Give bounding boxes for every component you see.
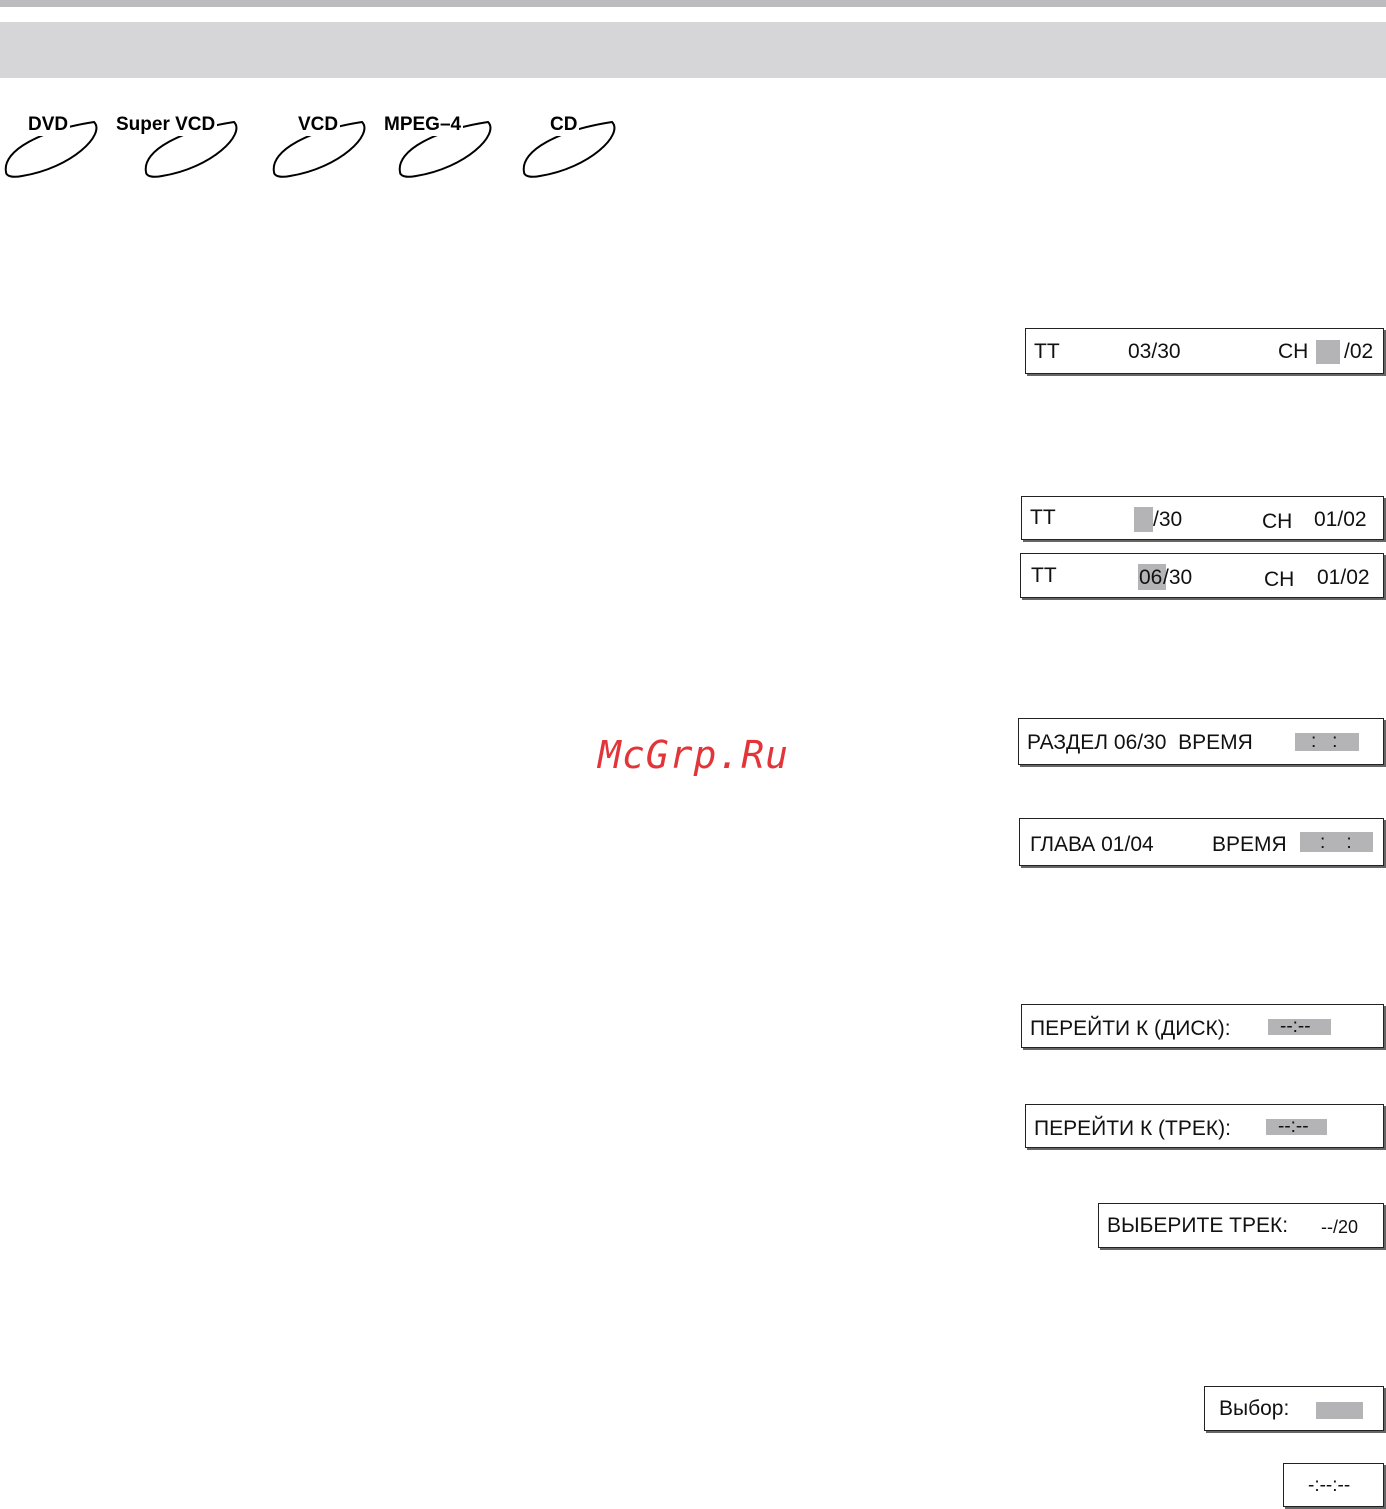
select-track-value: --/20: [1321, 1217, 1359, 1237]
osd-title-chapter-3: TT 06 /30 CH 01/02: [1020, 553, 1384, 598]
choice-label: Выбор:: [1219, 1397, 1290, 1420]
disc-label-cd: CD: [548, 114, 580, 136]
disc-label-vcd: VCD: [296, 114, 341, 136]
osd-select-track: ВЫБЕРИТЕ ТРЕК: --/20: [1098, 1203, 1384, 1248]
watermark: McGrp.Ru: [598, 733, 790, 777]
osd-razdel-time: РАЗДЕЛ 06/30 ВРЕМЯ : :: [1018, 718, 1384, 765]
goto-track-field: --:--: [1278, 1116, 1309, 1137]
osd-goto-disc: ПЕРЕЙТИ К (ДИСК): --:--: [1021, 1004, 1384, 1048]
header-band: [0, 22, 1386, 78]
cd-logo: CD: [520, 110, 630, 178]
chapter-input-highlight[interactable]: [1316, 340, 1340, 364]
ch-label: CH: [1262, 510, 1293, 533]
time-field: : :: [1311, 731, 1338, 752]
osd-title-chapter-2: TT /30 CH 01/02: [1021, 496, 1384, 540]
time-blank-value: -:--:--: [1308, 1475, 1351, 1496]
super-vcd-logo: Super VCD: [114, 110, 254, 178]
osd-choice: Выбор:: [1204, 1386, 1384, 1431]
tt-value: /30: [1153, 508, 1183, 531]
time-field: : :: [1320, 832, 1352, 853]
osd-goto-track: ПЕРЕЙТИ К (ТРЕК): --:--: [1025, 1104, 1384, 1148]
razdel-label: РАЗДЕЛ 06/30 ВРЕМЯ: [1027, 731, 1253, 754]
ch-value: /02: [1344, 340, 1374, 363]
osd-title-chapter-1: TT 03/30 CH /02: [1025, 328, 1384, 374]
ch-value: 01/02: [1314, 508, 1367, 531]
ch-label: CH: [1264, 568, 1295, 591]
goto-disc-field: --:--: [1280, 1016, 1311, 1037]
ch-value: 01/02: [1317, 566, 1370, 589]
tt-label: TT: [1030, 506, 1056, 529]
dvd-logo: DVD: [2, 110, 112, 178]
mpeg4-logo: MPEG–4: [382, 110, 506, 178]
disc-label-mpeg4: MPEG–4: [382, 114, 464, 136]
goto-track-label: ПЕРЕЙТИ К (ТРЕК):: [1034, 1117, 1231, 1140]
time-label: ВРЕМЯ: [1212, 833, 1287, 856]
glava-label: ГЛАВА 01/04: [1030, 833, 1154, 856]
title-input-highlight[interactable]: [1134, 507, 1153, 532]
osd-glava-time: ГЛАВА 01/04 ВРЕМЯ : :: [1019, 818, 1384, 866]
tt-label: TT: [1031, 564, 1057, 587]
tt-value: /30: [1163, 566, 1193, 589]
disc-label-super-vcd: Super VCD: [114, 114, 218, 136]
tt-value: 03/30: [1128, 340, 1181, 363]
top-rule: [0, 0, 1386, 7]
tt-label: TT: [1034, 340, 1060, 363]
goto-disc-label: ПЕРЕЙТИ К (ДИСК):: [1030, 1017, 1231, 1040]
osd-time-blank: -:--:--: [1283, 1463, 1384, 1507]
select-track-label: ВЫБЕРИТЕ ТРЕК:: [1107, 1214, 1289, 1237]
disc-label-dvd: DVD: [26, 114, 71, 136]
ch-label: CH: [1278, 340, 1309, 363]
choice-input-highlight[interactable]: [1316, 1402, 1363, 1419]
tt-highlight-value: 06: [1139, 566, 1163, 589]
vcd-logo: VCD: [270, 110, 380, 178]
